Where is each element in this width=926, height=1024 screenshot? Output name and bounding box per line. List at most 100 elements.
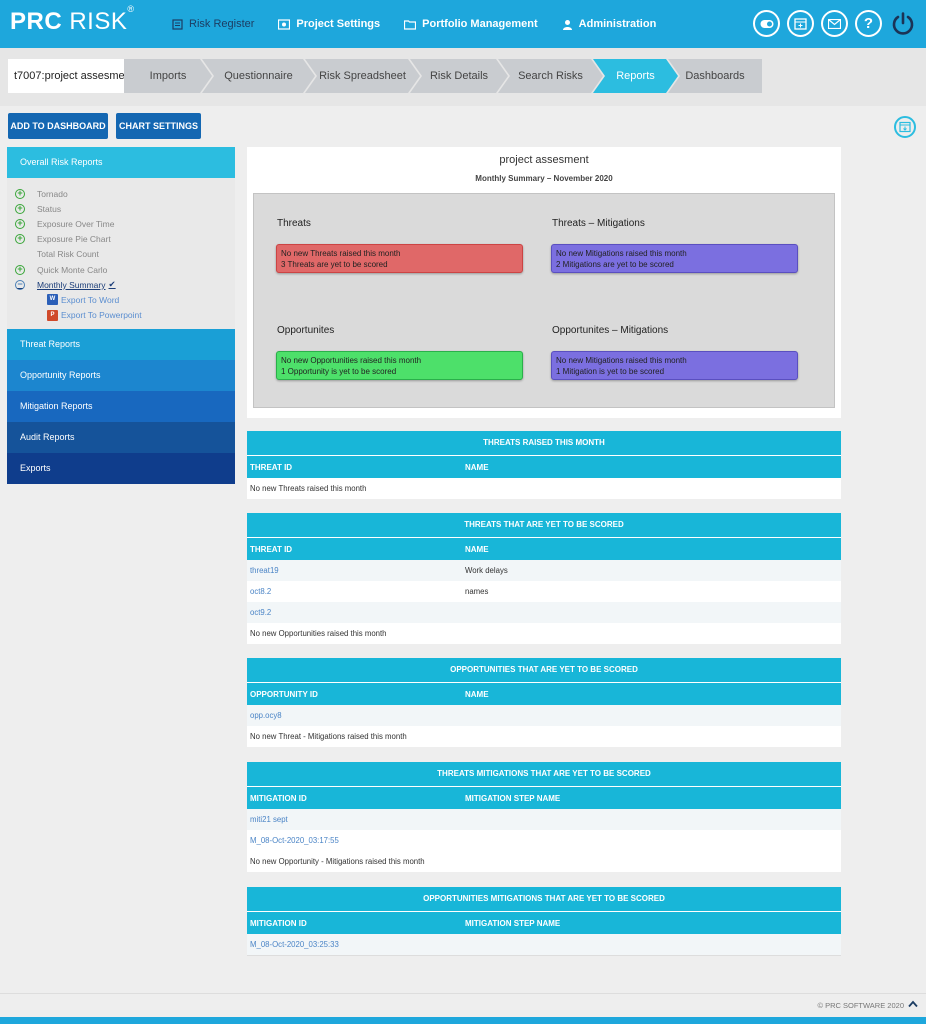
folder-icon	[404, 19, 417, 30]
table-row: opp.ocy8	[247, 705, 841, 726]
threat-mitigations-summary-box: No new Mitigations raised this month 2 Mi…	[551, 244, 798, 273]
table-header: MITIGATION ID MITIGATION STEP NAME	[247, 786, 841, 809]
export-calendar-icon[interactable]	[894, 116, 916, 138]
threats-raised-table: THREATS RAISED THIS MONTH THREAT ID NAME …	[247, 431, 841, 499]
mitigation-id-link[interactable]: M_08-Oct-2020_03:25:33	[250, 934, 339, 955]
sidebar-category-opportunity-reports[interactable]: Opportunity Reports	[7, 359, 235, 391]
breadcrumb-band: t7007:project assesmen Imports Questionn…	[0, 48, 926, 106]
project-name[interactable]: t7007:project assesmen	[8, 59, 124, 93]
check-icon: ✔	[108, 279, 116, 290]
power-icon[interactable]	[889, 10, 916, 37]
crumb-imports[interactable]: Imports	[124, 59, 212, 93]
sidebar-item-exposure-pie-chart[interactable]: + Exposure Pie Chart	[7, 232, 235, 247]
threat-id-link[interactable]: threat19	[250, 560, 279, 581]
scroll-top-icon[interactable]	[908, 1000, 918, 1011]
mitigation-id-link[interactable]: M_08-Oct-2020_03:17:55	[250, 830, 339, 851]
crumb-search-risks[interactable]: Search Risks	[498, 59, 603, 93]
expand-icon: +	[15, 218, 25, 229]
user-icon	[562, 19, 572, 30]
summary-grid: Threats No new Threats raised this month…	[253, 193, 835, 408]
table-header: MITIGATION ID MITIGATION STEP NAME	[247, 911, 841, 934]
nav-portfolio-management[interactable]: Portfolio Management	[404, 18, 538, 30]
help-icon[interactable]: ?	[855, 10, 882, 37]
threat-mitigations-heading: Threats – Mitigations	[552, 218, 645, 229]
threat-mitigations-unscored-table: THREATS MITIGATIONS THAT ARE YET TO BE S…	[247, 762, 841, 872]
opportunity-mitigations-heading: Opportunites – Mitigations	[552, 325, 669, 336]
opportunities-unscored-table: OPPORTUNITIES THAT ARE YET TO BE SCORED …	[247, 658, 841, 747]
opportunity-mitigations-summary-box: No new Mitigations raised this month 1 Mi…	[551, 351, 798, 380]
sidebar-item-total-risk-count[interactable]: Total Risk Count	[7, 247, 235, 262]
opportunity-id-link[interactable]: opp.ocy8	[250, 705, 282, 726]
chart-settings-button[interactable]: CHART SETTINGS	[116, 113, 201, 139]
header-icons: ?	[746, 10, 916, 37]
threat-id-link[interactable]: oct8.2	[250, 581, 271, 602]
sidebar-header-overall-risk-reports[interactable]: Overall Risk Reports	[7, 147, 235, 178]
table-row: threat19 Work delays	[247, 560, 841, 581]
threats-summary-box: No new Threats raised this month 3 Threat…	[276, 244, 523, 273]
breadcrumb: Imports Questionnaire Risk Spreadsheet R…	[124, 59, 762, 93]
table-header: THREAT ID NAME	[247, 455, 841, 478]
footer: © PRC SOFTWARE 2020	[0, 993, 926, 1017]
crumb-reports[interactable]: Reports	[593, 59, 678, 93]
table-title: THREATS THAT ARE YET TO BE SCORED	[247, 513, 841, 537]
sidebar-item-exposure-over-time[interactable]: + Exposure Over Time	[7, 216, 235, 231]
add-to-dashboard-button[interactable]: ADD TO DASHBOARD	[8, 113, 108, 139]
table-row: No new Opportunity - Mitigations raised …	[250, 857, 425, 866]
expand-icon: +	[15, 188, 25, 199]
crumb-risk-spreadsheet[interactable]: Risk Spreadsheet	[305, 59, 420, 93]
crumb-risk-details[interactable]: Risk Details	[410, 59, 508, 93]
mail-icon[interactable]	[821, 10, 848, 37]
sidebar-item-tornado[interactable]: + Tornado	[7, 186, 235, 201]
table-title: THREATS MITIGATIONS THAT ARE YET TO BE S…	[247, 762, 841, 786]
bottom-bar	[0, 1017, 926, 1024]
table-title: OPPORTUNITIES MITIGATIONS THAT ARE YET T…	[247, 887, 841, 911]
sidebar-category-exports[interactable]: Exports	[7, 452, 235, 484]
collapse-icon: −	[15, 279, 25, 290]
table-row: No new Threats raised this month	[250, 484, 367, 493]
opportunities-heading: Opportunites	[277, 325, 335, 336]
expand-icon: +	[15, 234, 25, 245]
expand-icon: +	[15, 203, 25, 214]
crumb-dashboards[interactable]: Dashboards	[668, 59, 762, 93]
export-to-powerpoint-link[interactable]: P Export To Powerpoint	[7, 308, 235, 323]
opportunities-summary-box: No new Opportunities raised this month 1 …	[276, 351, 523, 380]
sidebar-item-quick-monte-carlo[interactable]: + Quick Monte Carlo	[7, 262, 235, 277]
settings-icon	[278, 18, 291, 30]
table-header: THREAT ID NAME	[247, 537, 841, 560]
nav-project-settings[interactable]: Project Settings	[278, 18, 380, 30]
table-row: oct9.2	[247, 602, 841, 623]
opportunity-mitigations-unscored-table: OPPORTUNITIES MITIGATIONS THAT ARE YET T…	[247, 887, 841, 956]
report-title: project assesment	[499, 154, 589, 166]
sidebar-item-status[interactable]: + Status	[7, 201, 235, 216]
calendar-icon[interactable]	[787, 10, 814, 37]
sidebar-category-mitigation-reports[interactable]: Mitigation Reports	[7, 390, 235, 422]
sidebar-category-threat-reports[interactable]: Threat Reports	[7, 328, 235, 360]
table-header: OPPORTUNITY ID NAME	[247, 682, 841, 705]
threats-heading: Threats	[277, 218, 311, 229]
powerpoint-icon: P	[47, 309, 58, 321]
sidebar: Overall Risk Reports + Tornado + Status + E…	[7, 147, 235, 484]
word-icon: W	[47, 294, 58, 306]
sidebar-category-audit-reports[interactable]: Audit Reports	[7, 421, 235, 453]
nav-administration[interactable]: Administration	[562, 18, 656, 30]
nav-risk-register[interactable]: Risk Register	[172, 18, 254, 30]
report-subtitle: Monthly Summary – November 2020	[475, 174, 613, 183]
table-row: oct8.2 names	[247, 581, 841, 602]
threats-unscored-table: THREATS THAT ARE YET TO BE SCORED THREAT…	[247, 513, 841, 644]
table-title: THREATS RAISED THIS MONTH	[247, 431, 841, 455]
toggle-icon[interactable]	[753, 10, 780, 37]
expand-icon: +	[15, 264, 25, 275]
mitigation-id-link[interactable]: miti21 sept	[250, 809, 288, 830]
table-row: No new Threat - Mitigations raised this …	[250, 732, 407, 741]
table-row: No new Opportunities raised this month	[250, 629, 387, 638]
sidebar-item-monthly-summary[interactable]: − Monthly Summary ✔	[7, 277, 235, 292]
table-row: miti21 sept	[247, 809, 841, 830]
threat-id-link[interactable]: oct9.2	[250, 602, 271, 623]
monthly-summary-card: project assesment Monthly Summary – Nove…	[247, 147, 841, 418]
crumb-questionnaire[interactable]: Questionnaire	[202, 59, 315, 93]
export-to-word-link[interactable]: W Export To Word	[7, 292, 235, 307]
logo: PRC RISK®	[10, 4, 135, 35]
copyright-text: © PRC SOFTWARE 2020	[817, 1001, 904, 1010]
sidebar-report-list: + Tornado + Status + Exposure Over Time + Ex…	[7, 178, 235, 329]
top-bar: PRC RISK® Risk Register Project Settings…	[0, 0, 926, 48]
